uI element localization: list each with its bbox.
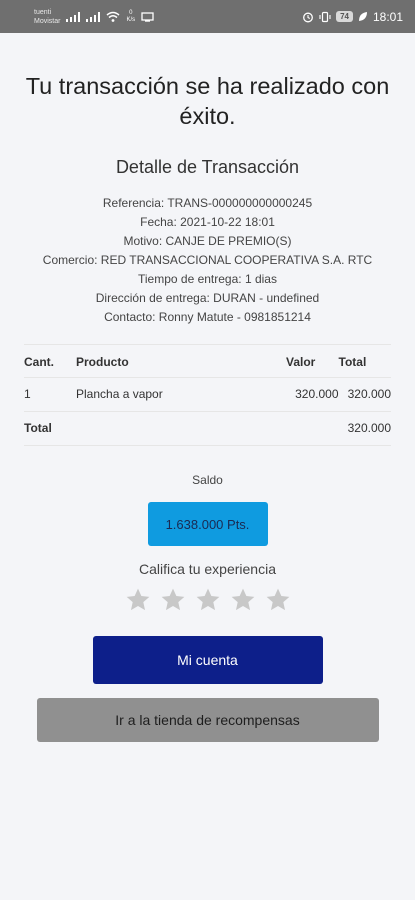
detail-reference: Referencia: TRANS-000000000000245 xyxy=(102,196,313,210)
carrier-name: tuenti Movistar xyxy=(34,8,60,26)
balance-wrapper: 1.638.000 Pts. xyxy=(24,502,391,546)
alarm-icon xyxy=(303,12,314,22)
total-label: Total xyxy=(24,411,76,446)
rating-label: Califica tu experiencia xyxy=(139,561,276,577)
star-icon-1[interactable] xyxy=(125,587,151,613)
balance-label: Saldo xyxy=(192,473,223,487)
my-account-button[interactable]: Mi cuenta xyxy=(92,636,323,684)
header-total: Total xyxy=(338,344,391,378)
table-total-row: Total 320.000 xyxy=(24,411,391,446)
leaf-icon xyxy=(358,12,367,21)
star-rating xyxy=(24,587,391,613)
detail-merchant: Comercio: RED TRANSACCIONAL COOPERATIVA … xyxy=(42,253,373,267)
points-badge: 1.638.000 Pts. xyxy=(147,502,268,546)
transaction-details: Referencia: TRANS-000000000000245 Fecha:… xyxy=(24,194,391,327)
status-bar: tuenti Movistar 0 K/s 74 18:01 xyxy=(0,0,415,33)
wifi-icon xyxy=(106,11,120,22)
star-icon-2[interactable] xyxy=(160,587,186,613)
detail-contact: Contacto: Ronny Matute - 0981851214 xyxy=(104,310,311,324)
cell-product: Plancha a vapor xyxy=(76,377,286,412)
clock: 18:01 xyxy=(372,9,403,24)
detail-title: Detalle de Transacción xyxy=(115,157,300,177)
cast-icon xyxy=(141,11,154,22)
total-spacer xyxy=(76,411,286,446)
network-speed-value: 0 xyxy=(129,9,133,16)
table-header-row: Cant. Producto Valor Total xyxy=(24,344,391,378)
table-row: 1 Plancha a vapor 320.000 320.000 xyxy=(24,377,391,412)
cell-value: 320.000 xyxy=(286,377,339,412)
vibrate-icon xyxy=(319,11,331,22)
star-icon-5[interactable] xyxy=(265,587,291,613)
header-quantity: Cant. xyxy=(24,344,76,378)
network-speed: 0 K/s xyxy=(126,10,135,24)
success-title: Tu transacción se ha realizado con éxito… xyxy=(25,73,390,129)
status-left: tuenti Movistar 0 K/s xyxy=(34,8,154,26)
total-spacer-2 xyxy=(286,411,339,446)
header-value: Valor xyxy=(286,344,339,378)
status-right: 74 18:01 xyxy=(302,10,403,24)
transaction-content: Tu transacción se ha realizado con éxito… xyxy=(0,71,415,742)
detail-delivery-address: Dirección de entrega: DURAN - undefined xyxy=(95,291,320,305)
star-icon-3[interactable] xyxy=(195,587,221,613)
detail-reason: Motivo: CANJE DE PREMIO(S) xyxy=(123,234,292,248)
products-table: Cant. Producto Valor Total 1 Plancha a v… xyxy=(24,344,391,446)
cell-quantity: 1 xyxy=(24,377,76,412)
total-value: 320.000 xyxy=(338,411,391,446)
cell-total: 320.000 xyxy=(338,377,391,412)
battery-indicator: 74 xyxy=(336,11,353,22)
carrier-line-1: tuenti xyxy=(34,8,52,16)
detail-date: Fecha: 2021-10-22 18:01 xyxy=(140,215,275,229)
signal-icon xyxy=(66,11,81,22)
rewards-store-button[interactable]: Ir a la tienda de recompensas xyxy=(36,698,379,742)
detail-delivery-time: Tiempo de entrega: 1 dias xyxy=(138,272,277,286)
header-product: Producto xyxy=(76,344,286,378)
star-icon-4[interactable] xyxy=(230,587,256,613)
carrier-line-2: Movistar xyxy=(34,17,61,25)
signal-icon-2 xyxy=(86,11,101,22)
network-speed-unit: K/s xyxy=(126,16,136,23)
